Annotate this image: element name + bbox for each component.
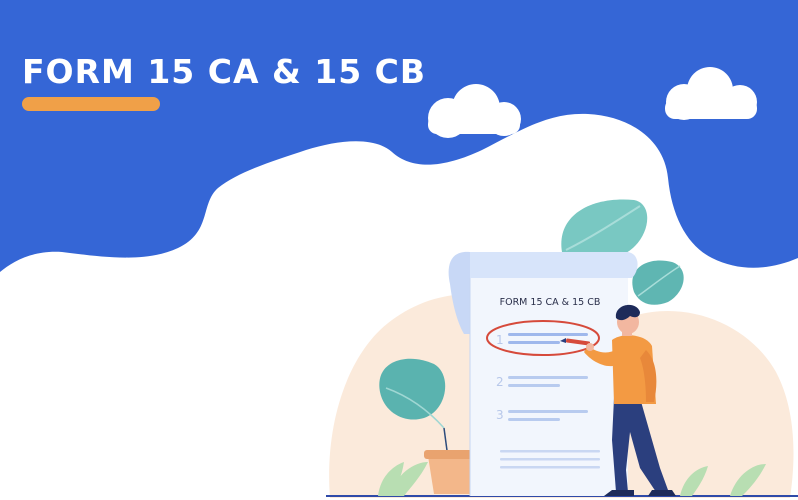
title-accent-bar [22,97,160,111]
step-number-3: 3 [496,408,504,422]
blue-wave-shape [0,0,798,272]
document-heading: FORM 15 CA & 15 CB [500,297,601,308]
step-number-1: 1 [496,333,504,347]
banner-canvas: FORM 15 CA & 15 CB 1 2 3 FORM 15 CA & 15… [0,0,798,500]
leaf-icon [632,260,684,305]
step-number-2: 2 [496,375,504,389]
page-title: FORM 15 CA & 15 CB [22,52,427,91]
leaf-icon [561,199,648,261]
